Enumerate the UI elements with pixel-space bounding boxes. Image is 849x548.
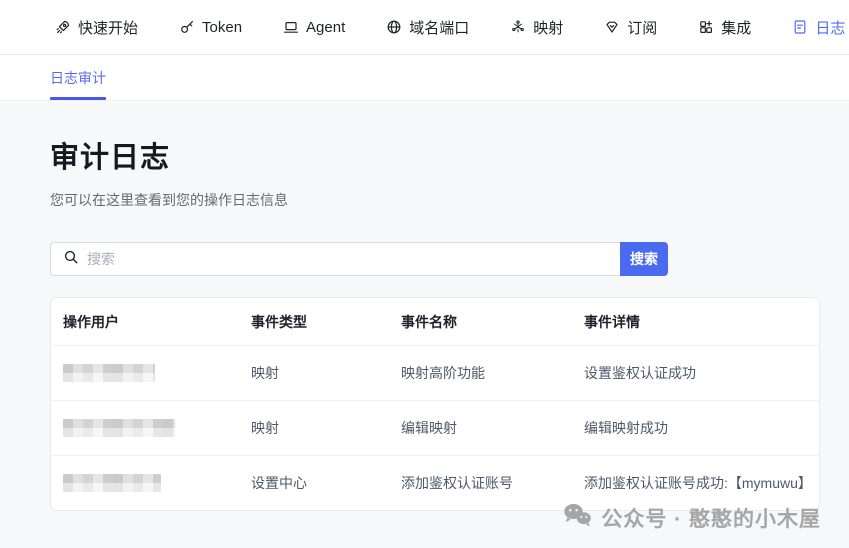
cell-event-type: 映射	[251, 418, 401, 438]
redacted-user-blur	[63, 419, 175, 437]
nav-item-logs[interactable]: 日志	[792, 17, 845, 38]
search-row: 搜索	[50, 242, 668, 276]
search-icon	[63, 249, 79, 270]
top-navigation: 快速开始 Token Agent 域名端口	[0, 0, 849, 55]
nav-label: 快速开始	[78, 17, 138, 38]
cell-event-name: 添加鉴权认证账号	[401, 473, 584, 493]
nav-item-agent[interactable]: Agent	[283, 19, 345, 36]
blocks-plus-icon	[698, 19, 714, 35]
nav-item-domain-port[interactable]: 域名端口	[386, 17, 469, 38]
nav-label: 订阅	[627, 17, 657, 38]
nav-label: 映射	[533, 17, 563, 38]
nav-label: 域名端口	[409, 17, 469, 38]
cell-event-type: 映射	[251, 363, 401, 383]
nav-label: 日志	[815, 17, 845, 38]
cell-event-detail: 编辑映射成功	[584, 418, 819, 438]
nav-item-token[interactable]: Token	[179, 19, 242, 36]
cell-event-detail: 设置鉴权认证成功	[584, 363, 819, 383]
watermark: 公众号 · 憨憨的小木屋	[562, 502, 821, 534]
column-header-user: 操作用户	[51, 312, 251, 332]
search-box	[50, 242, 620, 276]
tab-bar: 日志审计	[0, 55, 849, 101]
page-subtitle: 您可以在这里查看到您的操作日志信息	[50, 190, 820, 210]
nav-label: Token	[202, 19, 242, 36]
watermark-text: 公众号 · 憨憨的小木屋	[601, 503, 821, 533]
nav-item-quick-start[interactable]: 快速开始	[55, 17, 138, 38]
hub-icon	[510, 19, 526, 35]
rocket-icon	[55, 19, 71, 35]
column-header-event-detail: 事件详情	[584, 312, 819, 332]
cell-user	[51, 419, 251, 437]
table-row: 映射 映射高阶功能 设置鉴权认证成功	[51, 345, 819, 400]
column-header-event-name: 事件名称	[401, 312, 584, 332]
redacted-user-blur	[63, 474, 161, 492]
gem-icon	[604, 19, 620, 35]
table-header-row: 操作用户 事件类型 事件名称 事件详情	[51, 298, 819, 345]
main-content: 审计日志 您可以在这里查看到您的操作日志信息 搜索 操作用户 事件类型 事件名称…	[0, 102, 849, 548]
search-input[interactable]	[87, 251, 608, 267]
nav-label: Agent	[306, 19, 345, 36]
cell-event-name: 映射高阶功能	[401, 363, 584, 383]
audit-log-table: 操作用户 事件类型 事件名称 事件详情 映射 映射高阶功能 设置鉴权认证成功 映…	[50, 297, 820, 511]
cell-user	[51, 474, 251, 492]
document-icon	[792, 19, 808, 35]
table-row: 映射 编辑映射 编辑映射成功	[51, 400, 819, 455]
nav-item-mapping[interactable]: 映射	[510, 17, 563, 38]
cell-user	[51, 364, 251, 382]
nav-item-subscription[interactable]: 订阅	[604, 17, 657, 38]
laptop-icon	[283, 19, 299, 35]
redacted-user-blur	[63, 364, 155, 382]
cell-event-detail: 添加鉴权认证账号成功:【mymuwu】	[584, 473, 819, 493]
cell-event-name: 编辑映射	[401, 418, 584, 438]
tab-label: 日志审计	[50, 68, 106, 88]
page-title: 审计日志	[50, 134, 820, 176]
nav-item-integration[interactable]: 集成	[698, 17, 751, 38]
wechat-icon	[562, 502, 592, 534]
search-button[interactable]: 搜索	[620, 242, 668, 276]
column-header-event-type: 事件类型	[251, 312, 401, 332]
tab-log-audit[interactable]: 日志审计	[50, 55, 106, 100]
nav-label: 集成	[721, 17, 751, 38]
globe-icon	[386, 19, 402, 35]
cell-event-type: 设置中心	[251, 473, 401, 493]
key-icon	[179, 19, 195, 35]
active-tab-indicator	[50, 97, 106, 100]
